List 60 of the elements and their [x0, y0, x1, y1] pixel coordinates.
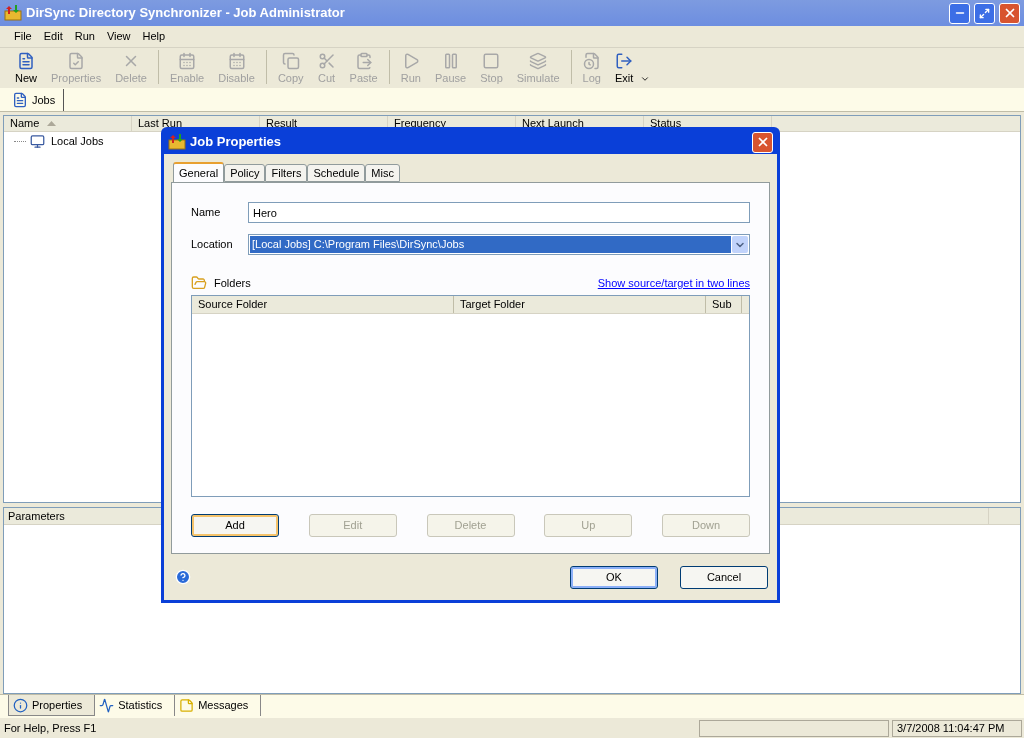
log-icon: [582, 51, 601, 70]
dialog-button[interactable]: OK: [570, 565, 658, 589]
exit-icon: [615, 51, 634, 70]
list-button[interactable]: Add: [191, 514, 279, 537]
menu-item[interactable]: Help: [136, 28, 172, 45]
dropdown-icon[interactable]: [640, 74, 651, 84]
show-two-lines-link[interactable]: Show source/target in two lines: [597, 274, 750, 292]
dialog-tab[interactable]: Policy: [224, 164, 266, 182]
tree-item[interactable]: Local Jobs: [49, 132, 106, 150]
menu-item[interactable]: View: [100, 28, 137, 45]
minimize-button[interactable]: [949, 2, 970, 24]
close-button[interactable]: [999, 2, 1020, 24]
document-icon: [17, 51, 35, 70]
copy-icon: [281, 51, 300, 70]
dialog-tab[interactable]: General: [173, 162, 225, 182]
help-icon[interactable]: [175, 569, 191, 585]
folder-sync-icon: [4, 5, 22, 21]
computer-icon: [30, 133, 45, 149]
panel-tab[interactable]: Messages: [175, 695, 262, 716]
restore-icon: [979, 7, 990, 19]
location-dropdown[interactable]: [Local Jobs] C:\Program Files\DirSync\Jobs: [248, 234, 750, 255]
folder-icon: [191, 275, 207, 291]
scissors-icon: [317, 51, 336, 70]
chart-icon: [99, 698, 115, 713]
dialog-tab[interactable]: Filters: [265, 164, 308, 182]
layers-icon: [529, 51, 548, 70]
restore-button[interactable]: [974, 2, 995, 24]
section-label: Folders: [214, 275, 252, 291]
status-text: For Help, Press F1: [3, 720, 98, 736]
name-field[interactable]: Hero: [248, 202, 750, 223]
status-datetime: 3/7/2008 11:04:47 PM: [892, 719, 1022, 737]
column-header[interactable]: Target Folder: [454, 296, 706, 313]
panel-tab[interactable]: Properties: [8, 695, 96, 716]
toolbar-button[interactable]: New: [8, 51, 44, 86]
sort-ascending-icon: [47, 121, 57, 126]
close-button[interactable]: [752, 131, 773, 153]
field-label: Location: [191, 237, 234, 253]
calendar-icon: [178, 51, 197, 70]
field-label: Name: [191, 205, 222, 221]
note-icon: [179, 698, 195, 713]
checked-document-icon: [67, 51, 86, 70]
toolbar-button[interactable]: Exit: [607, 51, 641, 86]
menu-item[interactable]: Run: [68, 28, 101, 45]
dialog-title: Job Properties: [190, 133, 283, 152]
window-title: DirSync Directory Synchronizer - Job Administrator: [26, 4, 346, 23]
column-header[interactable]: Name: [4, 116, 132, 131]
dialog-tab[interactable]: Misc: [365, 164, 400, 182]
menu-item[interactable]: Edit: [37, 28, 69, 45]
clipboard-icon: [354, 51, 373, 70]
column-header[interactable]: Source Folder: [192, 296, 454, 313]
folder-sync-icon: [168, 134, 186, 150]
document-icon: [12, 92, 28, 108]
stop-icon: [482, 51, 501, 70]
column-header[interactable]: Sub: [706, 296, 742, 313]
menu-item[interactable]: File: [8, 28, 38, 45]
dialog-button[interactable]: Cancel: [680, 565, 768, 589]
info-icon: [13, 697, 28, 713]
panel-tab[interactable]: Statistics: [95, 695, 176, 716]
calendar-icon: [227, 51, 246, 70]
dialog-tab[interactable]: Schedule: [307, 164, 366, 182]
